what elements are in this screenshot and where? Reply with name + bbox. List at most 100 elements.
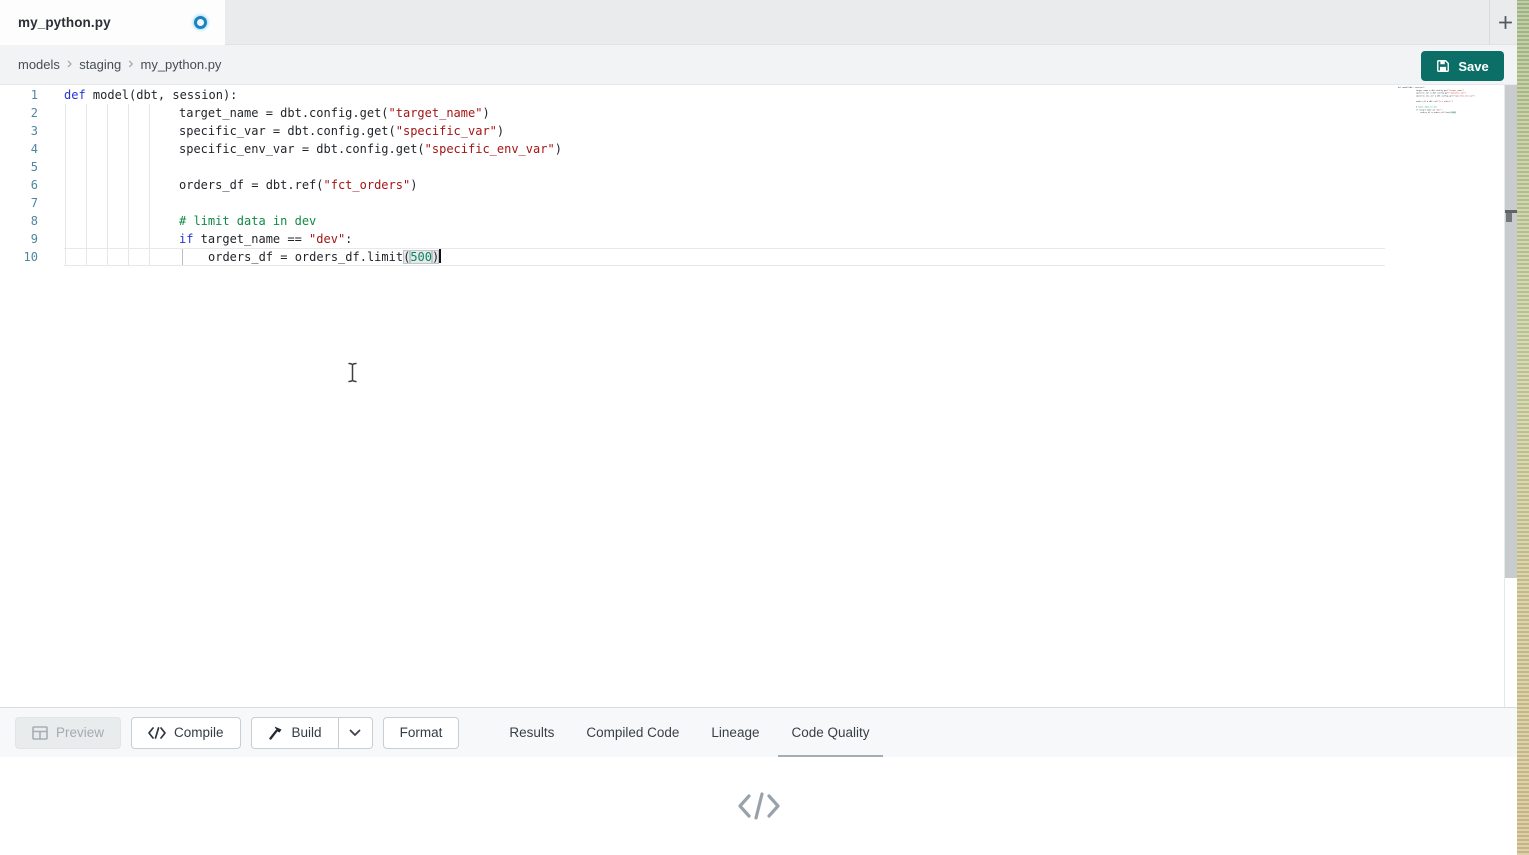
code-token: "target_name" bbox=[389, 106, 483, 120]
code-text: orders_df = orders_df.limit(500) bbox=[1398, 111, 1498, 114]
code-text bbox=[64, 158, 1385, 176]
code-token: if bbox=[179, 232, 193, 246]
build-button[interactable]: Build bbox=[251, 717, 339, 749]
tab-lineage[interactable]: Lineage bbox=[698, 708, 772, 758]
code-line[interactable]: 3 specific_var = dbt.config.get("specific… bbox=[0, 122, 1385, 140]
code-line[interactable]: 2 target_name = dbt.config.get("target_na… bbox=[0, 104, 1385, 122]
vertical-scrollbar-track[interactable] bbox=[1504, 85, 1517, 707]
code-token: orders_df = orders_df.limit bbox=[208, 250, 403, 264]
breadcrumb-item-staging[interactable]: staging bbox=[79, 57, 121, 72]
hammer-icon bbox=[268, 725, 284, 740]
table-icon bbox=[32, 726, 48, 740]
file-tab-label: my_python.py bbox=[18, 15, 111, 30]
code-line[interactable]: 7 bbox=[0, 194, 1385, 212]
code-line[interactable]: 10orders_df = orders_df.limit(500) bbox=[0, 248, 1385, 266]
code-token: ) bbox=[1455, 111, 1456, 113]
code-token: : bbox=[345, 232, 352, 246]
code-placeholder-icon bbox=[736, 790, 782, 822]
code-line[interactable]: 8 # limit data in dev bbox=[0, 212, 1385, 230]
preview-button[interactable]: Preview bbox=[15, 717, 121, 749]
breadcrumb-bar: models › staging › my_python.py Save bbox=[0, 45, 1517, 85]
tab-compiled-code[interactable]: Compiled Code bbox=[573, 708, 692, 758]
format-button[interactable]: Format bbox=[383, 717, 460, 749]
line-number: 5 bbox=[0, 158, 38, 176]
code-text: target_name = dbt.config.get("target_nam… bbox=[64, 104, 1385, 122]
code-token: target_name = dbt.config.get( bbox=[179, 106, 389, 120]
code-editor[interactable]: 1 def model(dbt, session): 2 target_name = … bbox=[0, 85, 1517, 707]
breadcrumb-item-my-python-py[interactable]: my_python.py bbox=[141, 57, 222, 72]
build-split-button: Build bbox=[251, 717, 373, 749]
preview-button-label: Preview bbox=[56, 725, 104, 740]
plus-icon bbox=[1497, 14, 1514, 31]
code-token: "specific_var" bbox=[396, 124, 497, 138]
code-token: ) bbox=[482, 106, 489, 120]
code-token: 500 bbox=[410, 250, 432, 264]
text-caret bbox=[439, 249, 441, 263]
code-line[interactable]: 1 def model(dbt, session): bbox=[0, 86, 1385, 104]
vertical-scrollbar-thumb[interactable] bbox=[1505, 85, 1517, 578]
code-token: target_name == bbox=[193, 232, 309, 246]
code-token: "fct_orders" bbox=[324, 178, 411, 192]
code-line[interactable]: 6 orders_df = dbt.ref("fct_orders") bbox=[0, 176, 1385, 194]
code-lines: 1 def model(dbt, session): 2 target_name = … bbox=[0, 86, 1385, 266]
code-text: specific_var = dbt.config.get("specific_… bbox=[64, 122, 1385, 140]
code-text: # limit data in dev bbox=[64, 212, 1385, 230]
code-line[interactable]: 9 if target_name == "dev": bbox=[0, 230, 1385, 248]
code-token: ) bbox=[410, 178, 417, 192]
code-line[interactable]: 4specific_env_var = dbt.config.get("spec… bbox=[0, 140, 1385, 158]
save-button-label: Save bbox=[1458, 59, 1488, 74]
format-button-label: Format bbox=[400, 725, 443, 740]
save-button[interactable]: Save bbox=[1421, 51, 1504, 81]
compile-button[interactable]: Compile bbox=[131, 717, 241, 749]
floppy-disk-icon bbox=[1436, 59, 1450, 73]
unsaved-changes-dot-icon bbox=[194, 16, 207, 29]
overview-ruler-cursor-marker bbox=[1505, 210, 1517, 213]
code-text: specific_env_var = dbt.config.get("speci… bbox=[64, 140, 1385, 158]
breadcrumb: models › staging › my_python.py bbox=[18, 56, 221, 74]
chevron-right-icon: › bbox=[128, 55, 133, 73]
result-tabs: ResultsCompiled CodeLineageCode Quality bbox=[493, 708, 885, 758]
chevron-right-icon: › bbox=[67, 55, 72, 73]
line-number: 7 bbox=[0, 194, 38, 212]
code-text: orders_df = dbt.ref("fct_orders") bbox=[64, 176, 1385, 194]
results-panel bbox=[0, 757, 1517, 855]
build-options-dropdown[interactable] bbox=[339, 717, 373, 749]
tab-results[interactable]: Results bbox=[496, 708, 567, 758]
code-token: orders_df = orders_df.limit bbox=[1420, 111, 1450, 113]
code-text: def model(dbt, session): bbox=[64, 86, 1385, 104]
code-line[interactable]: 10orders_df = orders_df.limit(500) bbox=[1398, 111, 1498, 114]
desktop-background-strip bbox=[1517, 0, 1529, 855]
line-number: 2 bbox=[0, 104, 38, 122]
editor-tab-bar: my_python.py bbox=[0, 0, 1517, 45]
chevron-down-icon bbox=[349, 729, 361, 737]
line-number: 9 bbox=[0, 230, 38, 248]
code-token: specific_var = dbt.config.get( bbox=[179, 124, 396, 138]
code-token: specific_env_var = dbt.config.get( bbox=[179, 142, 425, 156]
compile-button-label: Compile bbox=[174, 725, 224, 740]
new-tab-button[interactable] bbox=[1494, 11, 1517, 34]
ide-window: my_python.py models › staging › my_python.py… bbox=[0, 0, 1517, 855]
code-text: orders_df = orders_df.limit(500) bbox=[64, 248, 1385, 266]
line-number: 1 bbox=[0, 86, 38, 104]
file-tab-my-python[interactable]: my_python.py bbox=[0, 0, 225, 45]
code-token: # limit data in dev bbox=[179, 214, 316, 228]
code-token: ) bbox=[432, 250, 439, 264]
code-brackets-icon bbox=[148, 727, 166, 739]
code-token: ) bbox=[555, 142, 562, 156]
code-token: orders_df = dbt.ref( bbox=[179, 178, 324, 192]
breadcrumb-item-models[interactable]: models bbox=[18, 57, 60, 72]
tab-code-quality[interactable]: Code Quality bbox=[778, 708, 882, 758]
code-text bbox=[64, 194, 1385, 212]
build-button-label: Build bbox=[292, 725, 322, 740]
bottom-toolbar: Preview Compile Build Forma bbox=[0, 707, 1517, 757]
tabbar-divider bbox=[1489, 0, 1490, 45]
code-token: def bbox=[64, 88, 86, 102]
line-number: 6 bbox=[0, 176, 38, 194]
minimap[interactable]: 1def model(dbt, session):2target_name = … bbox=[1398, 86, 1498, 206]
line-number: 8 bbox=[0, 212, 38, 230]
code-line[interactable]: 5 bbox=[0, 158, 1385, 176]
code-token: model(dbt, session): bbox=[86, 88, 238, 102]
code-token: "specific_env_var" bbox=[425, 142, 555, 156]
code-text: if target_name == "dev": bbox=[64, 230, 1385, 248]
line-number: 3 bbox=[0, 122, 38, 140]
